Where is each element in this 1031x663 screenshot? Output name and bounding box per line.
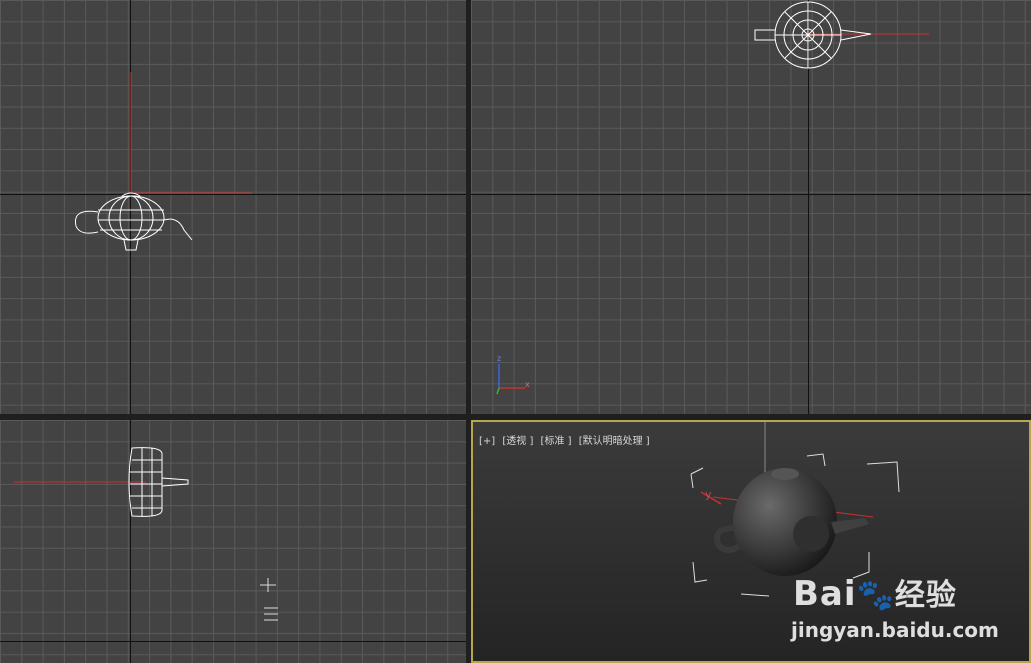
- watermark-brand-text: Bai: [793, 574, 857, 614]
- viewport-left[interactable]: [0, 420, 466, 663]
- viewport-perspective[interactable]: [+] [透视 ] [标准 ] [默认明暗处理 ] y Bai🐾经验 jingy…: [471, 420, 1031, 663]
- paw-icon: 🐾: [856, 578, 895, 613]
- teapot-wireframe[interactable]: [0, 0, 466, 414]
- viewport-front[interactable]: z x: [471, 0, 1031, 414]
- watermark-brand: Bai🐾经验: [793, 570, 957, 614]
- gizmo-y-label: y: [705, 488, 712, 501]
- viewport-top[interactable]: [0, 0, 466, 414]
- tripod-x-label: x: [525, 380, 530, 389]
- grid-cursor-marker: [260, 578, 278, 621]
- view-axis-tripod: [496, 364, 525, 395]
- watermark-brand-suffix: 经验: [894, 578, 957, 613]
- watermark-url: jingyan.baidu.com: [791, 618, 999, 642]
- tripod-z-label: z: [497, 354, 502, 363]
